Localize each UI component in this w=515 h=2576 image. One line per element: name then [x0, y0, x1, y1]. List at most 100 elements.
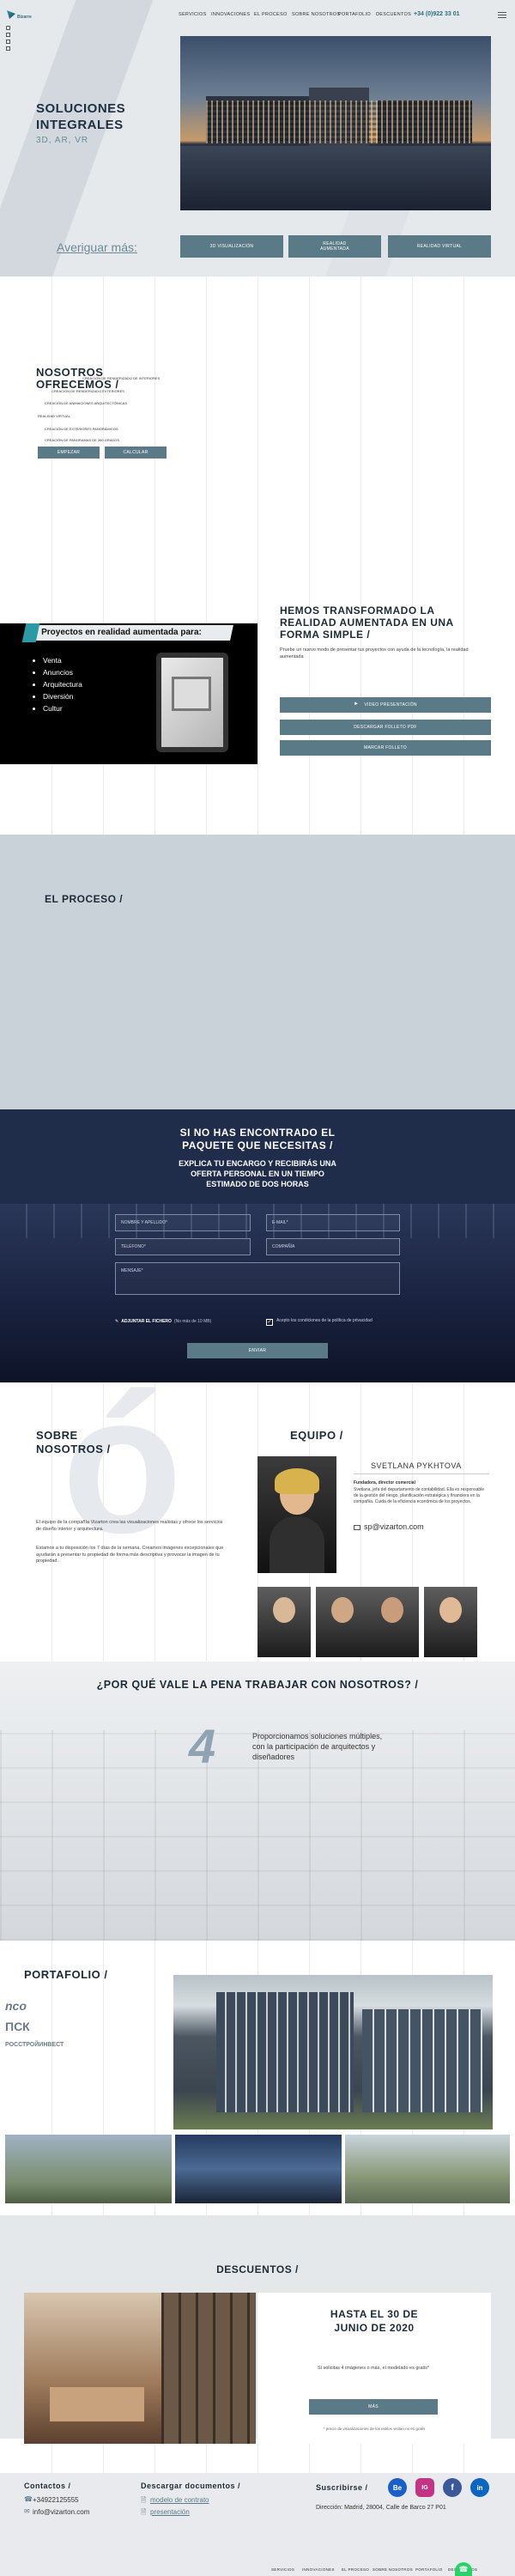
why-background-building [0, 1730, 515, 1941]
phone-field[interactable]: TELÉFONO* [115, 1238, 251, 1255]
portfolio-thumb[interactable] [175, 2135, 342, 2203]
list-item: Venta [43, 654, 82, 666]
descargar-folleto-button[interactable]: DESCARGAR FOLLETO PDF [280, 720, 491, 735]
why-number: 4 [189, 1719, 216, 1773]
footer-nav-proceso[interactable]: EL PROCESO [342, 2567, 369, 2572]
footer-address: Dirección: Madrid, 28004, Calle de Barco… [316, 2505, 446, 2511]
hero-image [180, 36, 491, 210]
discount-offer-line1: HASTA EL 30 DE [330, 2308, 419, 2320]
about-section: ó SOBRE NOSOTROS / El equipo de la compa… [0, 1365, 515, 1662]
nav-item-innovaciones[interactable]: INNOVACIONES [211, 12, 250, 17]
offer-item[interactable]: CREACIÓN DE RENDERIZADO DE INTERIORES [82, 376, 160, 380]
facebook-icon[interactable]: f [443, 2478, 462, 2497]
process-title: EL PROCESO / [45, 893, 124, 905]
footer-doc-presentation[interactable]: presentación [150, 2508, 190, 2516]
team-title: EQUIPO / [290, 1429, 343, 1442]
hero-title-line1: SOLUCIONES [36, 101, 126, 116]
team-member-name: SVETLANA PYKHTOVA [371, 1461, 462, 1470]
message-field[interactable]: MENSAJE* [115, 1262, 400, 1295]
footer-doc-contract[interactable]: modelo de contrato [150, 2496, 209, 2504]
team-thumb[interactable] [424, 1587, 477, 1657]
logo[interactable]: Bizarre [17, 15, 32, 20]
behance-icon[interactable]: Be [388, 2478, 407, 2497]
linkedin-icon[interactable] [6, 46, 10, 51]
offer-item[interactable]: CREACIÓN DE RENDERIZADO EXTERIORES [52, 389, 124, 393]
consent-text[interactable]: Acepto los condiciones de la política de… [276, 1318, 397, 1323]
realidad-aumentada-button[interactable]: REALIDAD AUMENTADA [288, 235, 381, 258]
footer-phone[interactable]: +34922125555 [33, 2496, 79, 2504]
offer-item[interactable]: CREACIÓN DE PANORAMAS DE 360 GRADOS [45, 438, 119, 442]
video-presentacion-button[interactable]: ► VIDEO PRESENTACIÓN [280, 697, 491, 713]
behance-icon[interactable] [6, 39, 10, 44]
offer-item[interactable]: CREACIÓN DE ANIMACIONES ARQUITECTÓNICAS [45, 401, 127, 405]
whatsapp-icon[interactable]: ☎ [455, 2562, 472, 2576]
process-section: EL PROCESO / [0, 835, 515, 1109]
portfolio-thumb[interactable] [345, 2135, 510, 2203]
team-member-email[interactable]: sp@vizarton.com [364, 1522, 424, 1531]
ar-section: Proyectos en realidad aumentada para: Ve… [0, 586, 515, 835]
play-icon: ► [354, 702, 360, 708]
logo-icon[interactable] [7, 10, 15, 19]
team-thumb[interactable] [366, 1587, 419, 1657]
menu-icon[interactable] [498, 12, 506, 18]
about-paragraph-2: Estamos a tu disposición los 7 días de l… [36, 1546, 224, 1564]
nav-item-descuentos[interactable]: DESCUENTOS [376, 12, 411, 17]
client-logo: РОССТРОЙИНВЕСТ [5, 2042, 64, 2048]
instagram-icon[interactable]: IG [415, 2478, 434, 2497]
nav-item-sobre-nosotros[interactable]: SOBRE NOSOTROS [292, 12, 340, 17]
discount-desc: Si solicitas 4 imágenes o más, el modela… [318, 2366, 429, 2371]
portfolio-title: PORTAFOLIO / [24, 1968, 108, 1981]
footer-nav-portafolio[interactable]: PORTAFOLIO [415, 2567, 443, 2572]
linkedin-icon[interactable]: in [470, 2478, 489, 2497]
why-text-line2: con la participación de arquitectos y [252, 1742, 376, 1751]
portfolio-main-image[interactable] [173, 1975, 493, 2129]
ar-title-line2: REALIDAD AUMENTADA EN UNA [280, 617, 454, 629]
form-sub-line2: OFERTA PERSONAL EN UN TIEMPO [191, 1170, 324, 1178]
team-main-photo [258, 1456, 336, 1573]
nav-phone[interactable]: +34 (0)922 33 01 [414, 11, 460, 17]
offer-item[interactable]: CREACIÓN DE EXTERIORES PANORÁMICOS [45, 427, 118, 431]
list-item: Diversión [43, 690, 82, 702]
facebook-icon[interactable] [6, 33, 10, 37]
team-thumb[interactable] [258, 1587, 311, 1657]
discount-image [24, 2293, 256, 2444]
team-member-desc: Svetlana, jefa del departamento de conta… [354, 1487, 485, 1504]
side-social-bar [6, 26, 11, 51]
portfolio-thumb[interactable] [5, 2135, 172, 2203]
footer-email[interactable]: info@vizarton.com [33, 2508, 89, 2516]
discounts-section: DESCUENTOS / HASTA EL 30 DE JUNIO DE 202… [0, 2215, 515, 2444]
discount-more-button[interactable]: MÁS [309, 2399, 438, 2415]
top-nav: Bizarre SERVICIOS INNOVACIONES EL PROCES… [0, 10, 515, 26]
footer-nav-servicios[interactable]: SERVICIOS [271, 2567, 294, 2572]
calcular-button[interactable]: CALCULAR [105, 447, 167, 459]
why-title: ¿POR QUÉ VALE LA PENA TRABAJAR CON NOSOT… [96, 1679, 419, 1691]
hero-more-link[interactable]: Averiguar más: [57, 240, 137, 254]
why-section: ¿POR QUÉ VALE LA PENA TRABAJAR CON NOSOT… [0, 1662, 515, 1941]
consent-checkbox[interactable]: ✓ [266, 1319, 273, 1326]
instagram-icon[interactable] [6, 26, 10, 30]
nav-item-proceso[interactable]: EL PROCESO [254, 12, 288, 17]
attach-file-button[interactable]: ✎ ADJUNTAR EL FICHERO (No más de 10 MB) [115, 1319, 211, 1324]
footer-nav-innovaciones[interactable]: INNOVACIONES [302, 2567, 335, 2572]
visualizacion-3d-button[interactable]: 3D VISUALIZACIÓN [180, 235, 283, 258]
offer-item[interactable]: REALIDAD VIRTUAL [38, 414, 70, 418]
nav-item-servicios[interactable]: SERVICIOS [179, 12, 207, 17]
company-field[interactable]: COMPAÑÍA [266, 1238, 400, 1255]
name-field[interactable]: NOMBRE Y APELLIDO* [115, 1214, 251, 1231]
hero-title-line2: INTEGRALES [36, 118, 124, 132]
empezar-button[interactable]: EMPEZAR [38, 447, 100, 459]
hero-section: Bizarre SERVICIOS INNOVACIONES EL PROCES… [0, 0, 515, 276]
email-icon [354, 1525, 360, 1530]
email-field[interactable]: E-MAIL* [266, 1214, 400, 1231]
footer-nav-sobre-nosotros[interactable]: SOBRE NOSOTROS [373, 2567, 413, 2572]
discounts-title: DESCUENTOS / [216, 2263, 299, 2275]
footer-subscribe[interactable]: Suscribirse / [316, 2483, 368, 2492]
realidad-virtual-button[interactable]: REALIDAD VIRTUAL [388, 235, 491, 258]
team-thumb[interactable] [316, 1587, 369, 1657]
nav-item-portafolio[interactable]: PORTAFOLIO [338, 12, 371, 17]
why-text-line1: Proporcionamos soluciones múltiples, [252, 1732, 383, 1741]
marcar-folleto-button[interactable]: MARCAR FOLLETO [280, 740, 491, 756]
phone-icon: ☎ [24, 2495, 33, 2503]
submit-button[interactable]: ENVIAR [187, 1343, 328, 1358]
hero-subtitle: 3D, AR, VR [36, 136, 89, 145]
